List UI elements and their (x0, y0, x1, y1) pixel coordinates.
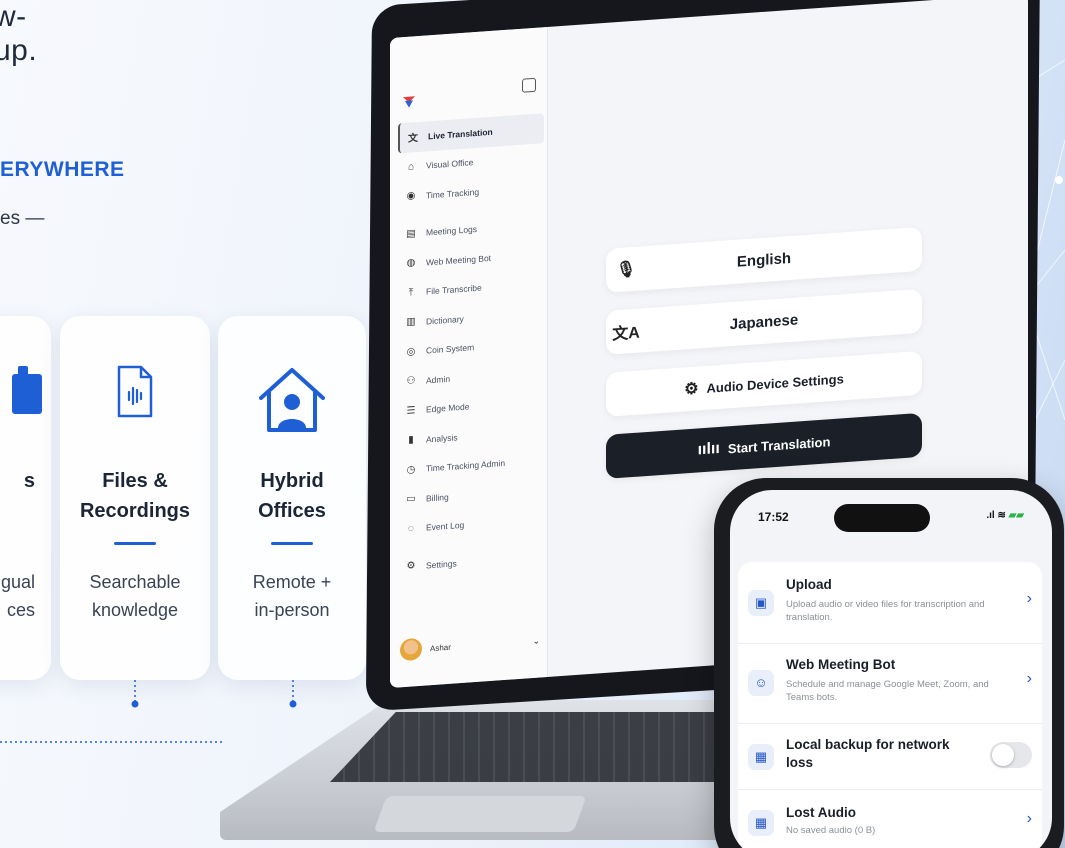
translate-icon: 文 (408, 133, 418, 145)
dynamic-island (834, 504, 930, 532)
clock-icon: ◉ (406, 190, 416, 203)
audio-file-icon (117, 365, 153, 418)
wifi-icon: ≋ (997, 510, 1006, 521)
home-person-icon (259, 368, 325, 432)
microphone-icon: 🎙︎ (615, 260, 637, 280)
list-item-subtitle: Upload audio or video files for transcri… (786, 599, 985, 623)
document-icon (12, 366, 42, 414)
list-item-title: Web Meeting Bot (786, 657, 896, 672)
sidebar-item-label: Visual Office (426, 157, 474, 171)
audio-device-settings-button[interactable]: ⚙ Audio Device Settings (606, 350, 922, 417)
feature-card-files-recordings: Files & Recordings Searchable knowledge (60, 316, 210, 680)
feature-card-multilingual: s gual ces (0, 316, 51, 680)
sidebar-item-label: File Transcribe (426, 282, 482, 297)
status-time: 17:52 (758, 510, 789, 524)
sidebar-item-label: Analysis (426, 432, 458, 445)
billing-icon: ▭ (406, 493, 416, 506)
list-item-lost-audio[interactable]: ▦ Lost Audio No saved audio (0 B) › (738, 790, 1042, 848)
battery-icon: ▰▰ (1008, 510, 1024, 521)
sidebar-item-label: Web Meeting Bot (426, 252, 492, 268)
audio-settings-label: Audio Device Settings (706, 370, 844, 396)
app-logo-icon (403, 96, 415, 108)
sidebar-item-label: Edge Mode (426, 401, 470, 415)
dictionary-icon: ▥ (406, 316, 416, 329)
card-connector-lines (0, 680, 297, 743)
local-backup-toggle[interactable] (990, 742, 1032, 768)
sidebar-item-label: Billing (426, 491, 449, 504)
feature-card-title: Hybrid Offices (258, 470, 326, 522)
eyebrow-heading: ERYWHERE (0, 158, 125, 181)
toggle-knob (992, 744, 1014, 766)
chevron-right-icon: › (1026, 590, 1032, 607)
list-item-upload[interactable]: ▣ Upload Upload audio or video files for… (738, 562, 1042, 644)
status-bar: 17:52 .ıl ≋ ▰▰ (730, 504, 1052, 532)
sidebar-item-label: Dictionary (426, 313, 464, 327)
translate-icon: 文A (612, 324, 640, 344)
gear-icon: ⚙ (684, 380, 699, 399)
user-name: Ashar (430, 642, 451, 653)
feature-card-description: Remote + in-person (252, 572, 332, 620)
headline-fragment: w-up. (0, 0, 38, 67)
event-log-icon: ◌ (408, 523, 414, 535)
avatar (400, 637, 422, 662)
card-divider (271, 542, 313, 545)
list-item-title: Local backup for network loss (786, 737, 950, 770)
chevron-right-icon: › (1026, 810, 1032, 827)
target-language-select[interactable]: 文A Japanese (606, 288, 922, 355)
phone-app-screen: 17:52 .ıl ≋ ▰▰ ▣ Upload Upload audio or … (730, 490, 1052, 848)
chevron-right-icon: › (1026, 670, 1032, 687)
list-item-subtitle: Schedule and manage Google Meet, Zoom, a… (786, 679, 989, 703)
bot-icon: ◍ (406, 257, 416, 270)
sidebar-item-label: Live Translation (428, 126, 493, 142)
upload-file-icon: ▣ (748, 590, 774, 616)
list-item-title: Upload (786, 577, 832, 592)
admin-icon: ⚇ (406, 375, 416, 388)
start-translation-label: Start Translation (727, 433, 831, 456)
laptop-trackpad (373, 796, 587, 832)
target-language-label: Japanese (729, 310, 799, 333)
feature-card-hybrid-offices: Hybrid Offices Remote + in-person (218, 316, 366, 680)
list-item-local-backup: ▦ Local backup for network loss (738, 724, 1042, 790)
source-language-select[interactable]: 🎙︎ English (606, 226, 922, 293)
list-item-title: Lost Audio (786, 805, 856, 820)
feature-card-description: gual ces (0, 572, 35, 620)
sidebar-item-label: Meeting Logs (426, 224, 478, 238)
sidebar-item-label: Admin (426, 373, 451, 386)
meeting-logs-icon: ▤ (406, 227, 416, 240)
sidebar-item-label: Coin System (426, 342, 475, 356)
settings-icon: ⚙ (406, 560, 416, 573)
office-icon: ⌂ (407, 161, 415, 173)
sidebar-item-label: Settings (426, 558, 457, 571)
subtitle-fragment: es — (0, 208, 45, 229)
feature-card-description: Searchable knowledge (89, 572, 181, 620)
signal-icon: .ıl (986, 510, 995, 521)
bot-icon: ☺ (748, 670, 774, 696)
coin-icon: ◎ (406, 345, 416, 358)
list-item-subtitle: No saved audio (0 B) (786, 825, 876, 836)
clock-admin-icon: ◷ (406, 463, 416, 476)
sidebar-item-label: Time Tracking Admin (426, 458, 506, 474)
feature-card-title: s (23, 470, 35, 492)
sidebar-item-label: Event Log (426, 520, 465, 533)
card-divider (114, 542, 156, 545)
backup-icon: ▦ (748, 744, 774, 770)
analysis-icon: ▮ (408, 434, 414, 446)
edge-mode-icon: ☰ (406, 404, 416, 417)
chevron-down-icon: ⌄ (532, 635, 540, 646)
start-translation-button[interactable]: ıılıı Start Translation (606, 412, 922, 479)
list-item-web-meeting-bot[interactable]: ☺ Web Meeting Bot Schedule and manage Go… (738, 644, 1042, 724)
user-menu[interactable]: Ashar ⌄ (400, 626, 540, 666)
feature-list: ▣ Upload Upload audio or video files for… (738, 562, 1042, 848)
audio-wave-icon: ıılıı (697, 439, 720, 459)
app-sidebar: 文 Live Translation ⌂ Visual Office ◉ Time Tra… (390, 26, 548, 688)
sidebar-collapse-button[interactable] (522, 77, 536, 93)
lost-audio-icon: ▦ (748, 810, 774, 836)
status-icons: .ıl ≋ ▰▰ (986, 510, 1024, 521)
sidebar-item-label: Time Tracking (426, 186, 480, 201)
source-language-label: English (736, 249, 792, 271)
upload-icon: ⤒ (408, 287, 414, 299)
sidebar-nav: 文 Live Translation ⌂ Visual Office ◉ Time Tra… (398, 113, 544, 582)
feature-card-title: Files & Recordings (79, 470, 191, 522)
